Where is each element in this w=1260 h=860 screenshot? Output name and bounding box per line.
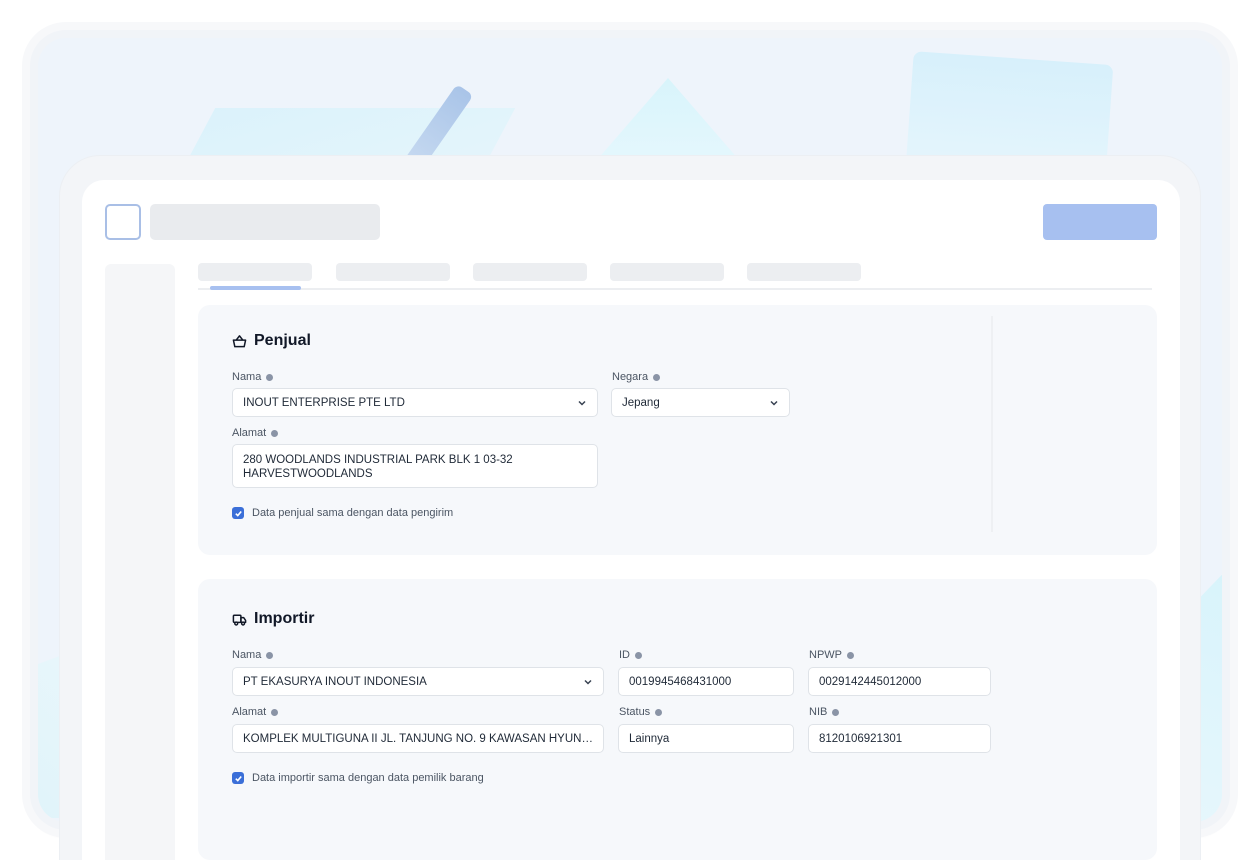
penjual-negara-value: Jepang — [622, 396, 660, 409]
info-icon[interactable] — [266, 651, 274, 659]
importir-nama-select[interactable]: PT EKASURYA INOUT INDONESIA — [232, 667, 604, 696]
check-icon — [234, 775, 242, 782]
penjual-alamat-textarea[interactable]: 280 WOODLANDS INDUSTRIAL PARK BLK 1 03-3… — [232, 444, 598, 488]
importir-id-field[interactable]: 0019945468431000 — [618, 667, 794, 696]
penjual-same-as-sender-checkbox[interactable]: Data penjual sama dengan data pengirim — [232, 507, 453, 519]
penjual-same-checkbox-label: Data penjual sama dengan data pengirim — [252, 507, 454, 519]
importir-id-value: 0019945468431000 — [629, 675, 732, 688]
info-icon[interactable] — [271, 708, 279, 716]
chevron-down-icon — [770, 400, 778, 406]
importir-same-checkbox-label: Data importir sama dengan data pemilik b… — [252, 772, 484, 784]
info-icon[interactable] — [655, 708, 663, 716]
importir-nib-label-text: NIB — [809, 706, 828, 718]
importir-status-value: Lainnya — [629, 732, 670, 745]
checkbox-checked[interactable] — [232, 772, 244, 784]
importir-npwp-field[interactable]: 0029142445012000 — [808, 667, 991, 696]
importir-alamat-value: KOMPLEK MULTIGUNA II JL. TANJUNG NO. 9 K… — [243, 732, 593, 745]
importir-nib-field[interactable]: 8120106921301 — [808, 724, 991, 753]
importir-section-title: Importir — [232, 610, 314, 628]
tab-placeholder-2[interactable] — [336, 263, 450, 281]
penjual-nama-label: Nama — [232, 371, 274, 383]
info-icon[interactable] — [832, 708, 840, 716]
importir-alamat-field[interactable]: KOMPLEK MULTIGUNA II JL. TANJUNG NO. 9 K… — [232, 724, 604, 753]
importir-nama-value: PT EKASURYA INOUT INDONESIA — [243, 675, 427, 688]
tab-placeholder-4[interactable] — [610, 263, 724, 281]
importir-status-label: Status — [619, 706, 663, 718]
info-icon[interactable] — [653, 373, 661, 381]
tab-divider — [198, 288, 1152, 290]
importir-npwp-value: 0029142445012000 — [819, 675, 922, 688]
importir-nama-label: Nama — [232, 649, 274, 661]
tab-placeholder-1[interactable] — [198, 263, 312, 281]
importir-nib-label: NIB — [809, 706, 840, 718]
penjual-panel-content — [215, 316, 993, 532]
info-icon[interactable] — [266, 373, 274, 381]
importir-alamat-label-text: Alamat — [232, 706, 267, 718]
header-action-button-placeholder[interactable] — [1043, 204, 1157, 240]
check-icon — [234, 510, 242, 517]
importir-nama-label-text: Nama — [232, 649, 262, 661]
penjual-nama-label-text: Nama — [232, 371, 262, 383]
importir-id-label-text: ID — [619, 649, 630, 661]
importir-nib-value: 8120106921301 — [819, 732, 903, 745]
importir-id-label: ID — [619, 649, 642, 661]
penjual-section-title: Penjual — [232, 332, 311, 350]
chevron-down-icon — [584, 679, 592, 685]
penjual-nama-select[interactable]: INOUT ENTERPRISE PTE LTD — [232, 388, 598, 417]
importir-title-text: Importir — [254, 610, 315, 627]
sidebar-placeholder — [105, 264, 175, 860]
tab-placeholder-5[interactable] — [747, 263, 861, 281]
importir-status-label-text: Status — [619, 706, 651, 718]
tab-active-indicator — [210, 286, 301, 290]
penjual-negara-label: Negara — [612, 371, 661, 383]
penjual-alamat-label-text: Alamat — [232, 427, 267, 439]
penjual-negara-label-text: Negara — [612, 371, 649, 383]
info-icon[interactable] — [847, 651, 854, 659]
penjual-title-text: Penjual — [254, 332, 311, 349]
penjual-negara-select[interactable]: Jepang — [611, 388, 790, 417]
header-title-placeholder — [150, 204, 380, 240]
checkbox-checked[interactable] — [232, 507, 244, 519]
importir-npwp-label: NPWP — [809, 649, 854, 661]
info-icon[interactable] — [635, 651, 642, 659]
info-icon[interactable] — [271, 429, 279, 437]
penjual-nama-value: INOUT ENTERPRISE PTE LTD — [243, 396, 405, 409]
importir-panel — [198, 579, 1157, 860]
tab-placeholder-3[interactable] — [473, 263, 587, 281]
importir-npwp-label-text: NPWP — [809, 649, 842, 661]
penjual-alamat-label: Alamat — [232, 427, 279, 439]
truck-icon — [232, 614, 247, 626]
basket-icon — [232, 334, 247, 347]
importir-same-as-owner-checkbox[interactable]: Data importir sama dengan data pemilik b… — [232, 772, 484, 784]
chevron-down-icon — [578, 400, 586, 406]
importir-status-field[interactable]: Lainnya — [618, 724, 794, 753]
header-checkbox-placeholder[interactable] — [105, 204, 141, 240]
penjual-alamat-value: 280 WOODLANDS INDUSTRIAL PARK BLK 1 03-3… — [243, 454, 513, 480]
importir-alamat-label: Alamat — [232, 706, 279, 718]
